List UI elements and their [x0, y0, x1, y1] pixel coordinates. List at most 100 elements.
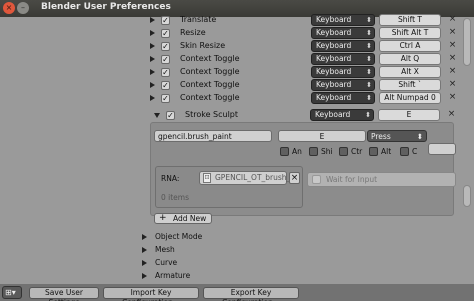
items-count-label: 0 items [161, 193, 190, 202]
disclosure-triangle-icon[interactable] [142, 260, 147, 266]
input-type-label: Keyboard [316, 93, 352, 102]
key-capture-field[interactable]: E [278, 130, 366, 142]
disclosure-triangle-icon[interactable] [142, 273, 147, 279]
remove-x-icon[interactable]: × [447, 27, 458, 39]
keymap-row[interactable]: ✓ Resize Keyboard ⬍ Shift Alt T × [145, 27, 456, 40]
input-type-label: Keyboard [315, 110, 351, 119]
enabled-checkbox[interactable]: ✓ [161, 55, 170, 64]
dropdown-arrow-icon: ⬍ [366, 55, 372, 63]
input-type-dropdown[interactable]: Keyboard ⬍ [311, 66, 375, 78]
key-binding-field[interactable]: Ctrl A [379, 40, 441, 52]
input-type-label: Keyboard [316, 54, 352, 63]
keymap-row[interactable]: ✓ Context Toggle Keyboard ⬍ Alt Q × [145, 53, 456, 66]
enabled-checkbox[interactable]: ✓ [161, 29, 170, 38]
modifier-cmd-label: C [412, 147, 418, 156]
editor-type-icon[interactable]: ⊞▾ [2, 286, 22, 299]
import-key-config-button[interactable]: Import Key Configuration... [103, 287, 199, 301]
disclosure-triangle-icon[interactable] [150, 82, 155, 88]
value-mode-label: Press [371, 132, 391, 141]
add-new-button[interactable]: + Add New [154, 213, 212, 224]
input-type-dropdown[interactable]: Keyboard ⬍ [311, 79, 375, 91]
modifier-cmd-checkbox[interactable] [400, 147, 409, 156]
remove-x-icon[interactable]: × [447, 79, 458, 91]
modifier-ctrl-checkbox[interactable] [339, 147, 348, 156]
modifier-shift-label: Shi [321, 147, 333, 156]
key-binding-field[interactable]: Alt Q [379, 53, 441, 65]
category-label: Armature [155, 271, 191, 280]
remove-x-icon[interactable]: × [446, 109, 457, 121]
export-key-config-button[interactable]: Export Key Configuration... [203, 287, 299, 301]
rna-clear-icon[interactable]: × [289, 172, 300, 184]
remove-x-icon[interactable]: × [447, 92, 458, 104]
disclosure-triangle-icon[interactable] [150, 56, 155, 62]
modifier-alt-checkbox[interactable] [369, 147, 378, 156]
key-binding-field[interactable]: Shift Alt T [379, 27, 441, 39]
disclosure-triangle-icon[interactable] [150, 17, 155, 23]
enabled-checkbox[interactable]: ✓ [161, 81, 170, 90]
key-binding-field[interactable]: Alt Numpad 0 [379, 92, 441, 104]
minimize-icon[interactable]: – [17, 2, 29, 14]
keymap-item-label: Context Toggle [180, 93, 240, 102]
keymap-category[interactable]: Curve [140, 258, 260, 269]
dropdown-arrow-icon: ⬍ [366, 42, 372, 50]
enabled-checkbox[interactable]: ✓ [161, 42, 170, 51]
dropdown-arrow-icon: ⬍ [366, 29, 372, 37]
enabled-checkbox[interactable]: ✓ [161, 68, 170, 77]
keymap-item-label: Context Toggle [180, 80, 240, 89]
disclosure-triangle-icon[interactable] [150, 30, 155, 36]
key-binding-field[interactable]: Alt X [379, 66, 441, 78]
input-type-dropdown[interactable]: Keyboard ⬍ [310, 109, 374, 121]
keymap-category[interactable]: Armature [140, 271, 260, 282]
disclosure-triangle-icon[interactable] [150, 69, 155, 75]
enabled-checkbox[interactable]: ✓ [161, 16, 170, 25]
disclosure-triangle-icon[interactable] [154, 113, 160, 118]
wait-for-input-toggle[interactable]: Wait for Input [307, 172, 456, 187]
close-icon[interactable]: × [3, 2, 15, 14]
plus-icon: + [159, 213, 167, 223]
rna-field[interactable]: ⊡ GPENCIL_OT_brush_ [199, 171, 291, 185]
remove-x-icon[interactable]: × [447, 40, 458, 52]
disclosure-triangle-icon[interactable] [150, 43, 155, 49]
keymap-row[interactable]: ✓ Context Toggle Keyboard ⬍ Shift ` × [145, 79, 456, 92]
keymap-row[interactable]: ✓ Context Toggle Keyboard ⬍ Alt X × [145, 66, 456, 79]
input-type-dropdown[interactable]: Keyboard ⬍ [311, 40, 375, 52]
value-mode-dropdown[interactable]: Press ⬍ [367, 130, 427, 142]
disclosure-triangle-icon[interactable] [150, 95, 155, 101]
input-type-label: Keyboard [316, 28, 352, 37]
dropdown-arrow-icon: ⬍ [366, 81, 372, 89]
operator-id-field[interactable]: gpencil.brush_paint [154, 130, 272, 142]
remove-x-icon[interactable]: × [447, 53, 458, 65]
remove-x-icon[interactable]: × [447, 66, 458, 78]
dropdown-arrow-icon: ⬍ [366, 68, 372, 76]
add-new-label: Add New [173, 214, 207, 223]
modifier-any-checkbox[interactable] [280, 147, 289, 156]
keymap-row[interactable]: ✓ Skin Resize Keyboard ⬍ Ctrl A × [145, 40, 456, 53]
key-binding-field[interactable]: Shift ` [379, 79, 441, 91]
key-modifier-field[interactable] [428, 143, 456, 155]
rna-value: GPENCIL_OT_brush_ [215, 173, 291, 182]
scrollbar-thumb-inner[interactable] [463, 185, 471, 207]
dropdown-arrow-icon: ⬍ [366, 94, 372, 102]
scrollbar-thumb-outer[interactable] [463, 18, 471, 66]
input-type-label: Keyboard [316, 15, 352, 24]
modifier-shift-checkbox[interactable] [309, 147, 318, 156]
remove-x-icon[interactable]: × [447, 14, 458, 26]
key-binding-field[interactable]: E [378, 109, 440, 121]
modifier-alt-label: Alt [381, 147, 392, 156]
dropdown-arrow-icon: ⬍ [366, 16, 372, 24]
keymap-category[interactable]: Object Mode [140, 232, 260, 243]
key-binding-field[interactable]: Shift T [379, 14, 441, 26]
input-type-dropdown[interactable]: Keyboard ⬍ [311, 14, 375, 26]
keymap-row[interactable]: ✓ Context Toggle Keyboard ⬍ Alt Numpad 0 × [145, 92, 456, 105]
disclosure-triangle-icon[interactable] [142, 247, 147, 253]
disclosure-triangle-icon[interactable] [142, 234, 147, 240]
enabled-checkbox[interactable]: ✓ [166, 111, 175, 120]
keymap-category[interactable]: Mesh [140, 245, 260, 256]
keymap-row[interactable]: ✓ Stroke Sculpt Keyboard ⬍ E × [150, 109, 455, 122]
input-type-dropdown[interactable]: Keyboard ⬍ [311, 53, 375, 65]
input-type-dropdown[interactable]: Keyboard ⬍ [311, 27, 375, 39]
enabled-checkbox[interactable]: ✓ [161, 94, 170, 103]
input-type-dropdown[interactable]: Keyboard ⬍ [311, 92, 375, 104]
keymap-row[interactable]: ✓ Translate Keyboard ⬍ Shift T × [145, 14, 456, 27]
save-user-settings-button[interactable]: Save User Settings [29, 287, 99, 301]
